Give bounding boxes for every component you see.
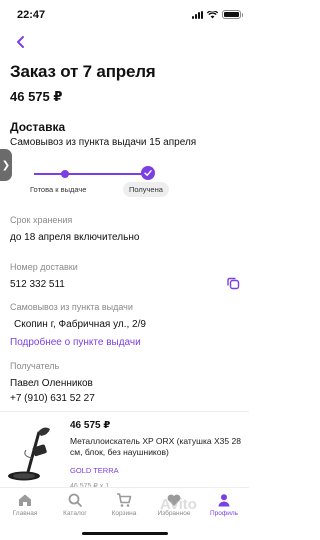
tab-cart-label: Корзина [111, 510, 137, 517]
order-total: 46 575 ₽ [10, 89, 63, 104]
cart-icon [117, 493, 132, 507]
tab-home[interactable]: Главная [0, 492, 50, 517]
pickup-address: Скопин г, Фабричная ул., 2/9 [14, 319, 146, 330]
battery-icon [222, 10, 243, 19]
storage-value: до 18 апреля включительно [10, 232, 140, 243]
profile-icon [218, 494, 230, 507]
catalog-icon [68, 493, 82, 507]
progress-track [34, 173, 146, 175]
tab-home-label: Главная [12, 510, 38, 517]
divider [0, 411, 249, 412]
page-title: Заказ от 7 апреля [10, 62, 156, 81]
tracking-label: Номер доставки [10, 262, 78, 272]
back-arrow-icon[interactable] [14, 35, 28, 49]
pickup-details-link[interactable]: Подробнее о пункте выдачи [10, 337, 141, 348]
product-image[interactable] [6, 420, 62, 482]
step-received-label: Получена [123, 182, 169, 197]
recipient-name: Павел Оленников [10, 378, 93, 389]
wifi-icon [207, 10, 218, 18]
check-icon [141, 166, 155, 180]
home-icon [19, 494, 31, 506]
tab-catalog[interactable]: Каталог [50, 492, 100, 517]
copy-icon[interactable] [226, 276, 240, 290]
home-indicator [82, 532, 168, 535]
tab-profile[interactable]: Профиль [199, 492, 249, 517]
pickup-point-label: Самовывоз из пункта выдачи [10, 302, 133, 312]
storage-label: Срок хранения [10, 215, 73, 225]
status-icons [192, 10, 243, 19]
status-bar: 22:47 [0, 0, 249, 30]
recipient-phone: +7 (910) 631 52 27 [10, 393, 95, 404]
tracking-number: 512 332 511 [10, 279, 65, 290]
status-time: 22:47 [17, 9, 46, 21]
side-handle-chevron-icon[interactable]: ❯ [0, 149, 12, 181]
delivery-method: Самовывоз из пункта выдачи 15 апреля [10, 137, 197, 148]
watermark: Avito [160, 496, 197, 513]
product-brand: GOLD TERRA [70, 466, 119, 475]
recipient-label: Получатель [10, 361, 60, 371]
progress-step-dot [61, 170, 69, 178]
product-name[interactable]: Металлоискатель XP ORX (катушка X35 28 с… [70, 436, 244, 458]
tab-cart[interactable]: Корзина [99, 492, 149, 517]
delivery-section-title: Доставка [10, 120, 66, 134]
tab-profile-label: Профиль [209, 510, 239, 517]
tab-catalog-label: Каталог [63, 510, 87, 517]
product-price: 46 575 ₽ [70, 420, 111, 431]
step-ready-label: Готова к выдаче [30, 185, 87, 194]
signal-icon [192, 10, 203, 19]
